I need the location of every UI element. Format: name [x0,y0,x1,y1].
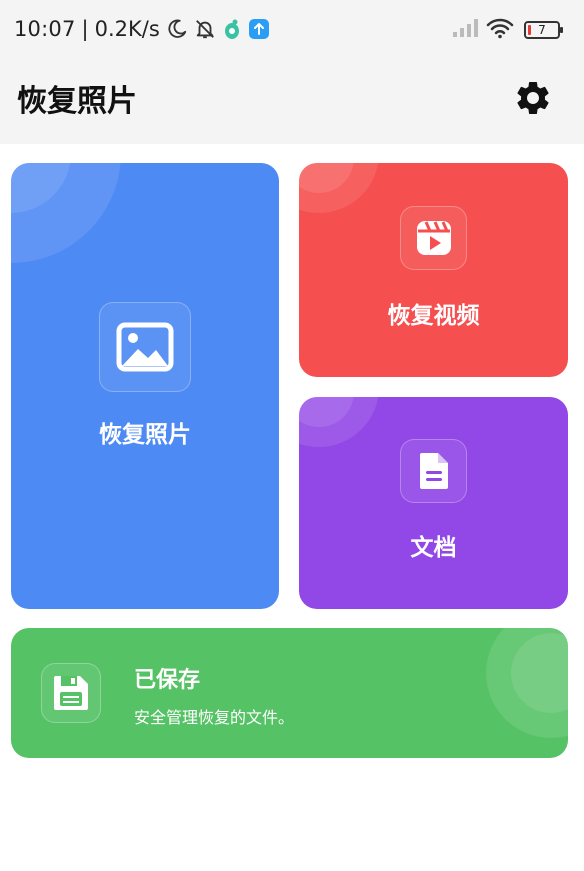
wifi-icon [486,17,514,43]
photo-icon-box [99,302,191,392]
saved-files-card[interactable]: 已保存 安全管理恢复的文件。 [11,628,568,758]
network-speed: 0.2K/s [94,17,160,41]
recover-videos-card[interactable]: 恢复视频 [299,163,568,377]
battery-icon: 7 [524,21,563,39]
recover-photos-label: 恢复照片 [99,422,191,448]
battery-level: 7 [538,23,546,37]
document-icon [419,453,448,489]
recover-photos-card[interactable]: 恢复照片 [11,163,279,609]
documents-label: 文档 [410,535,457,561]
status-left: 10:07 | 0.2K/s [14,16,270,42]
status-time: 10:07 [14,17,76,41]
settings-button[interactable] [510,75,556,121]
saved-files-subtitle: 安全管理恢复的文件。 [134,708,295,727]
signal-icon [452,18,478,42]
moon-icon [166,18,188,40]
upload-notification-icon [248,18,270,40]
status-right: 7 [452,17,563,43]
page-title: 恢复照片 [17,84,137,119]
bell-off-icon [194,18,216,40]
gear-icon [517,81,549,114]
status-bar: 10:07 | 0.2K/s 7 [0,0,584,58]
saved-files-title: 已保存 [134,668,201,693]
document-icon-box [400,439,467,503]
saved-icon-box [41,663,101,723]
app-bar: 恢复照片 [0,58,584,144]
app-notification-icon [222,18,242,40]
recover-videos-label: 恢复视频 [387,303,480,329]
documents-card[interactable]: 文档 [299,397,568,609]
video-icon-box [400,206,467,270]
image-icon [116,322,174,372]
floppy-disk-icon [54,676,88,710]
status-separator: | [81,17,89,41]
video-reel-icon [416,221,451,255]
